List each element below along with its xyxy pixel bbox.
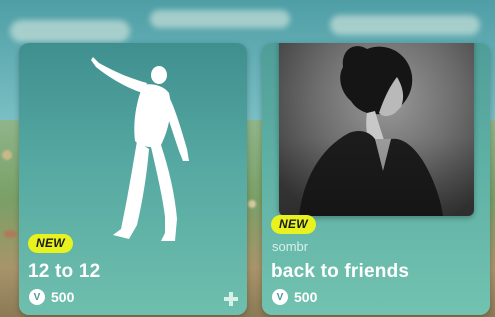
background-detail [4,230,16,238]
cover-shade [279,43,474,216]
album-cover-image [279,43,474,216]
background-cloud [150,10,290,28]
shop-item-card-track[interactable]: NEW sombr back to friends V 500 [262,43,490,315]
background-detail [2,150,12,160]
vbucks-icon: V [29,289,45,305]
background-cloud [330,15,480,35]
price-row: V 500 [272,289,317,305]
price-row: V 500 [29,289,74,305]
artist-name: sombr [272,239,309,254]
vbucks-icon: V [272,289,288,305]
new-badge: NEW [271,215,316,234]
item-title: 12 to 12 [28,261,101,282]
background-detail [248,200,256,208]
item-price: 500 [51,289,75,305]
item-price: 500 [294,289,318,305]
crossplay-icon [224,292,238,306]
new-badge: NEW [28,234,73,253]
emote-silhouette-icon [91,57,189,241]
shop-item-card-emote[interactable]: NEW 12 to 12 V 500 [19,43,247,315]
item-title: back to friends [271,261,410,282]
background-cloud [10,20,130,42]
